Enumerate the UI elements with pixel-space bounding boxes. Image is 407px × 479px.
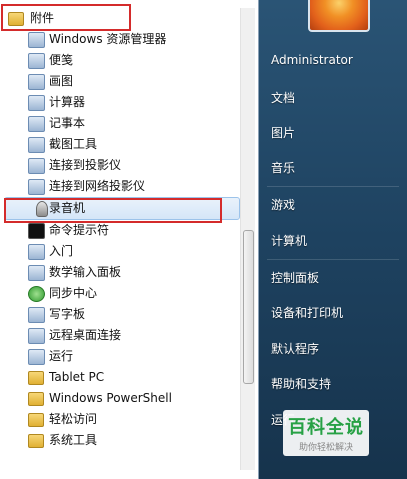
program-item-label: 轻松访问 [49,412,98,426]
right-separator [267,259,399,260]
snipping-tool-icon [28,137,45,153]
run-icon [28,349,45,365]
folder-icon [28,392,44,406]
program-item-label: 计算器 [49,95,86,109]
math-input-icon [28,265,45,281]
folder-icon [28,434,44,448]
sync-center-icon [28,286,45,302]
program-item[interactable]: 连接到投影仪 [0,155,240,176]
watermark-subtitle: 助你轻松解决 [298,443,353,453]
folder-icon [28,371,44,385]
program-item-label: Tablet PC [49,370,105,384]
right-item-default-programs[interactable]: 默认程序 [271,340,319,357]
program-item-label: Windows 资源管理器 [49,32,167,46]
right-item-games[interactable]: 游戏 [271,196,295,213]
right-separator [267,186,399,187]
program-item-label: 命令提示符 [49,223,110,237]
right-item-computer[interactable]: 计算机 [271,232,307,249]
program-item[interactable]: Tablet PC [0,367,240,388]
remote-desktop-icon [28,328,45,344]
right-item-pictures[interactable]: 图片 [271,124,295,141]
program-item[interactable]: 同步中心 [0,283,240,304]
programs-scrollbar[interactable] [240,8,255,470]
program-item[interactable]: 便笺 [0,50,240,71]
program-item-label: 远程桌面连接 [49,328,122,342]
right-item-control-panel[interactable]: 控制面板 [271,269,319,286]
right-item-documents[interactable]: 文档 [271,89,295,106]
programs-pane: 附件 Windows 资源管理器 便笺画图计算器记事本截图工具连接到投影仪连接到网… [0,0,259,479]
right-item-music[interactable]: 音乐 [271,159,295,176]
program-item[interactable]: 记事本 [0,113,240,134]
program-item[interactable]: 画图 [0,71,240,92]
program-item[interactable]: 数学输入面板 [0,262,240,283]
program-item-label: 画图 [49,74,74,88]
program-item[interactable]: 轻松访问 [0,409,240,430]
right-item-help-support[interactable]: 帮助和支持 [271,375,331,392]
paint-icon [28,74,45,90]
explorer-icon [28,32,45,48]
accessories-folder[interactable]: 附件 [0,8,240,29]
program-item[interactable]: 入门 [0,241,240,262]
program-item[interactable]: 远程桌面连接 [0,325,240,346]
program-item[interactable]: Windows PowerShell [0,388,240,409]
wordpad-icon [28,307,45,323]
program-item[interactable]: 命令提示符 [0,220,240,241]
program-item-label: 连接到投影仪 [49,158,122,172]
getting-started-icon [28,244,45,260]
program-item-label: 同步中心 [49,286,98,300]
program-item[interactable]: 写字板 [0,304,240,325]
watermark-logo: 百科全说 助你轻松解决 [283,410,369,456]
projector-icon [28,158,45,174]
program-item-label: 写字板 [49,307,86,321]
network-projector-icon [28,179,45,195]
program-item[interactable]: 运行 [0,346,240,367]
program-item-label: 系统工具 [49,433,98,447]
user-avatar[interactable] [308,0,370,32]
program-item-label: 截图工具 [49,137,98,151]
command-prompt-icon [28,223,45,239]
program-item[interactable]: 计算器 [0,92,240,113]
folder-icon [8,12,24,26]
calculator-icon [28,95,45,111]
program-item-label: 入门 [49,244,74,258]
start-menu-right-pane: Administrator 文档 图片 音乐 游戏 计算机 控制面板 设备和打印… [259,0,407,479]
microphone-icon [36,201,48,217]
accessories-folder-label: 附件 [30,11,55,25]
program-item-label: 记事本 [49,116,86,130]
program-item-label: Windows PowerShell [49,391,172,405]
right-item-devices-printers[interactable]: 设备和打印机 [271,304,343,321]
right-item-user[interactable]: Administrator [271,53,353,67]
program-item[interactable]: 截图工具 [0,134,240,155]
program-item-label: 便笺 [49,53,74,67]
programs-list: 附件 Windows 资源管理器 便笺画图计算器记事本截图工具连接到投影仪连接到网… [0,8,240,451]
notepad-icon [28,116,45,132]
folder-icon [28,413,44,427]
program-item[interactable]: 连接到网络投影仪 [0,176,240,197]
program-item[interactable]: 系统工具 [0,430,240,451]
scrollbar-thumb[interactable] [243,230,254,384]
program-item[interactable]: 录音机 [4,197,240,220]
program-item-label: 录音机 [49,201,86,215]
watermark-title: 百科全说 [288,417,364,438]
program-item[interactable]: Windows 资源管理器 [0,29,240,50]
program-item-label: 连接到网络投影仪 [49,179,146,193]
program-item-label: 数学输入面板 [49,265,122,279]
program-item-label: 运行 [49,349,74,363]
sticky-notes-icon [28,53,45,69]
